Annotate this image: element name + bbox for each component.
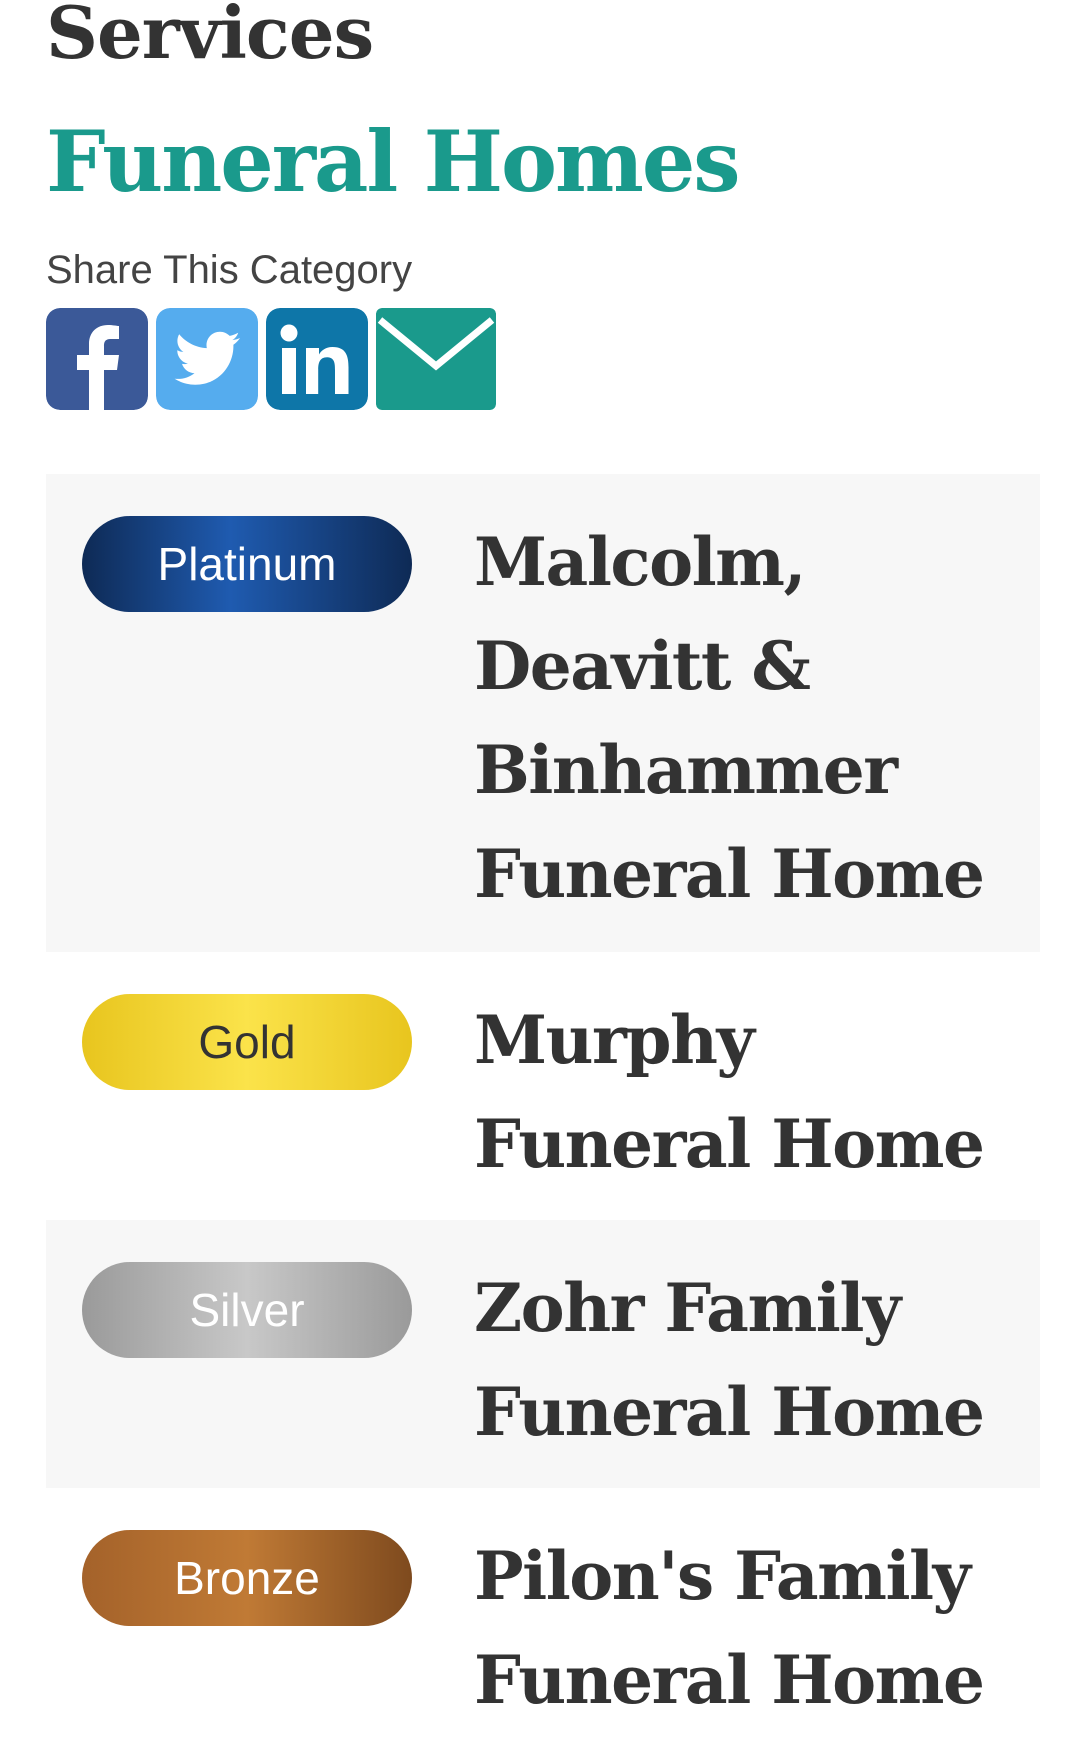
tier-badge-platinum: Platinum	[82, 516, 412, 612]
facebook-icon	[46, 308, 148, 410]
listing-name-link[interactable]: Malcolm, Deavitt & Binhammer Funeral Hom…	[474, 510, 1034, 926]
listing-row: Gold Murphy Funeral Home & Chapel	[46, 952, 1040, 1287]
listing-row: Platinum Malcolm, Deavitt & Binhammer Fu…	[46, 474, 1040, 952]
email-share-button[interactable]	[376, 308, 496, 410]
share-buttons	[46, 308, 496, 410]
breadcrumb-services[interactable]: Services	[46, 0, 374, 78]
tier-badge-bronze: Bronze	[82, 1530, 412, 1626]
page-title: Funeral Homes	[46, 112, 741, 211]
envelope-icon	[376, 308, 496, 410]
listing-row: Bronze Pilon's Family Funeral Home	[46, 1488, 1040, 1737]
page: Services Funeral Homes Share This Catego…	[0, 0, 1080, 1737]
listing-name-link[interactable]: Zohr Family Funeral Home	[474, 1256, 1034, 1464]
listing-name-link[interactable]: Pilon's Family Funeral Home	[474, 1524, 1034, 1732]
listing-row: Silver Zohr Family Funeral Home	[46, 1220, 1040, 1488]
tier-badge-gold: Gold	[82, 994, 412, 1090]
linkedin-icon	[266, 308, 368, 410]
facebook-share-button[interactable]	[46, 308, 148, 410]
twitter-icon	[156, 308, 258, 410]
tier-badge-silver: Silver	[82, 1262, 412, 1358]
linkedin-share-button[interactable]	[266, 308, 368, 410]
share-label: Share This Category	[46, 248, 413, 292]
twitter-share-button[interactable]	[156, 308, 258, 410]
